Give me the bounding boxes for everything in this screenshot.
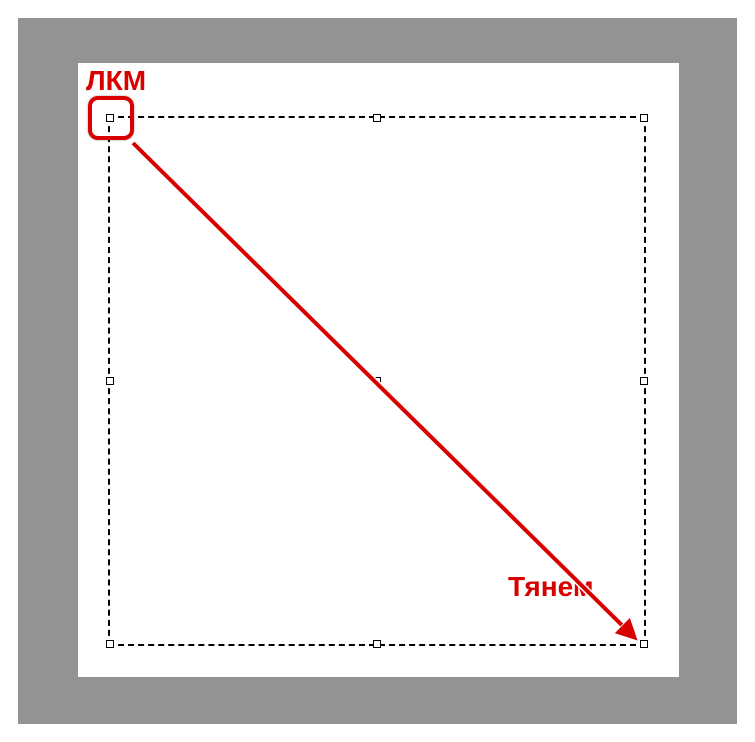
handle-bottom-left[interactable]: [106, 640, 114, 648]
window-frame: ЛКМ Тянем: [18, 18, 737, 724]
canvas-area[interactable]: ЛКМ Тянем: [78, 63, 679, 677]
handle-middle-left[interactable]: [106, 377, 114, 385]
selection-marquee[interactable]: [108, 116, 646, 646]
drag-label: Тянем: [508, 571, 594, 603]
lmb-highlight-box: [88, 96, 134, 140]
lmb-label: ЛКМ: [86, 65, 146, 97]
handle-bottom-center[interactable]: [373, 640, 381, 648]
handle-bottom-right[interactable]: [640, 640, 648, 648]
handle-top-center[interactable]: [373, 114, 381, 122]
handle-top-right[interactable]: [640, 114, 648, 122]
handle-center[interactable]: [373, 377, 381, 385]
handle-middle-right[interactable]: [640, 377, 648, 385]
